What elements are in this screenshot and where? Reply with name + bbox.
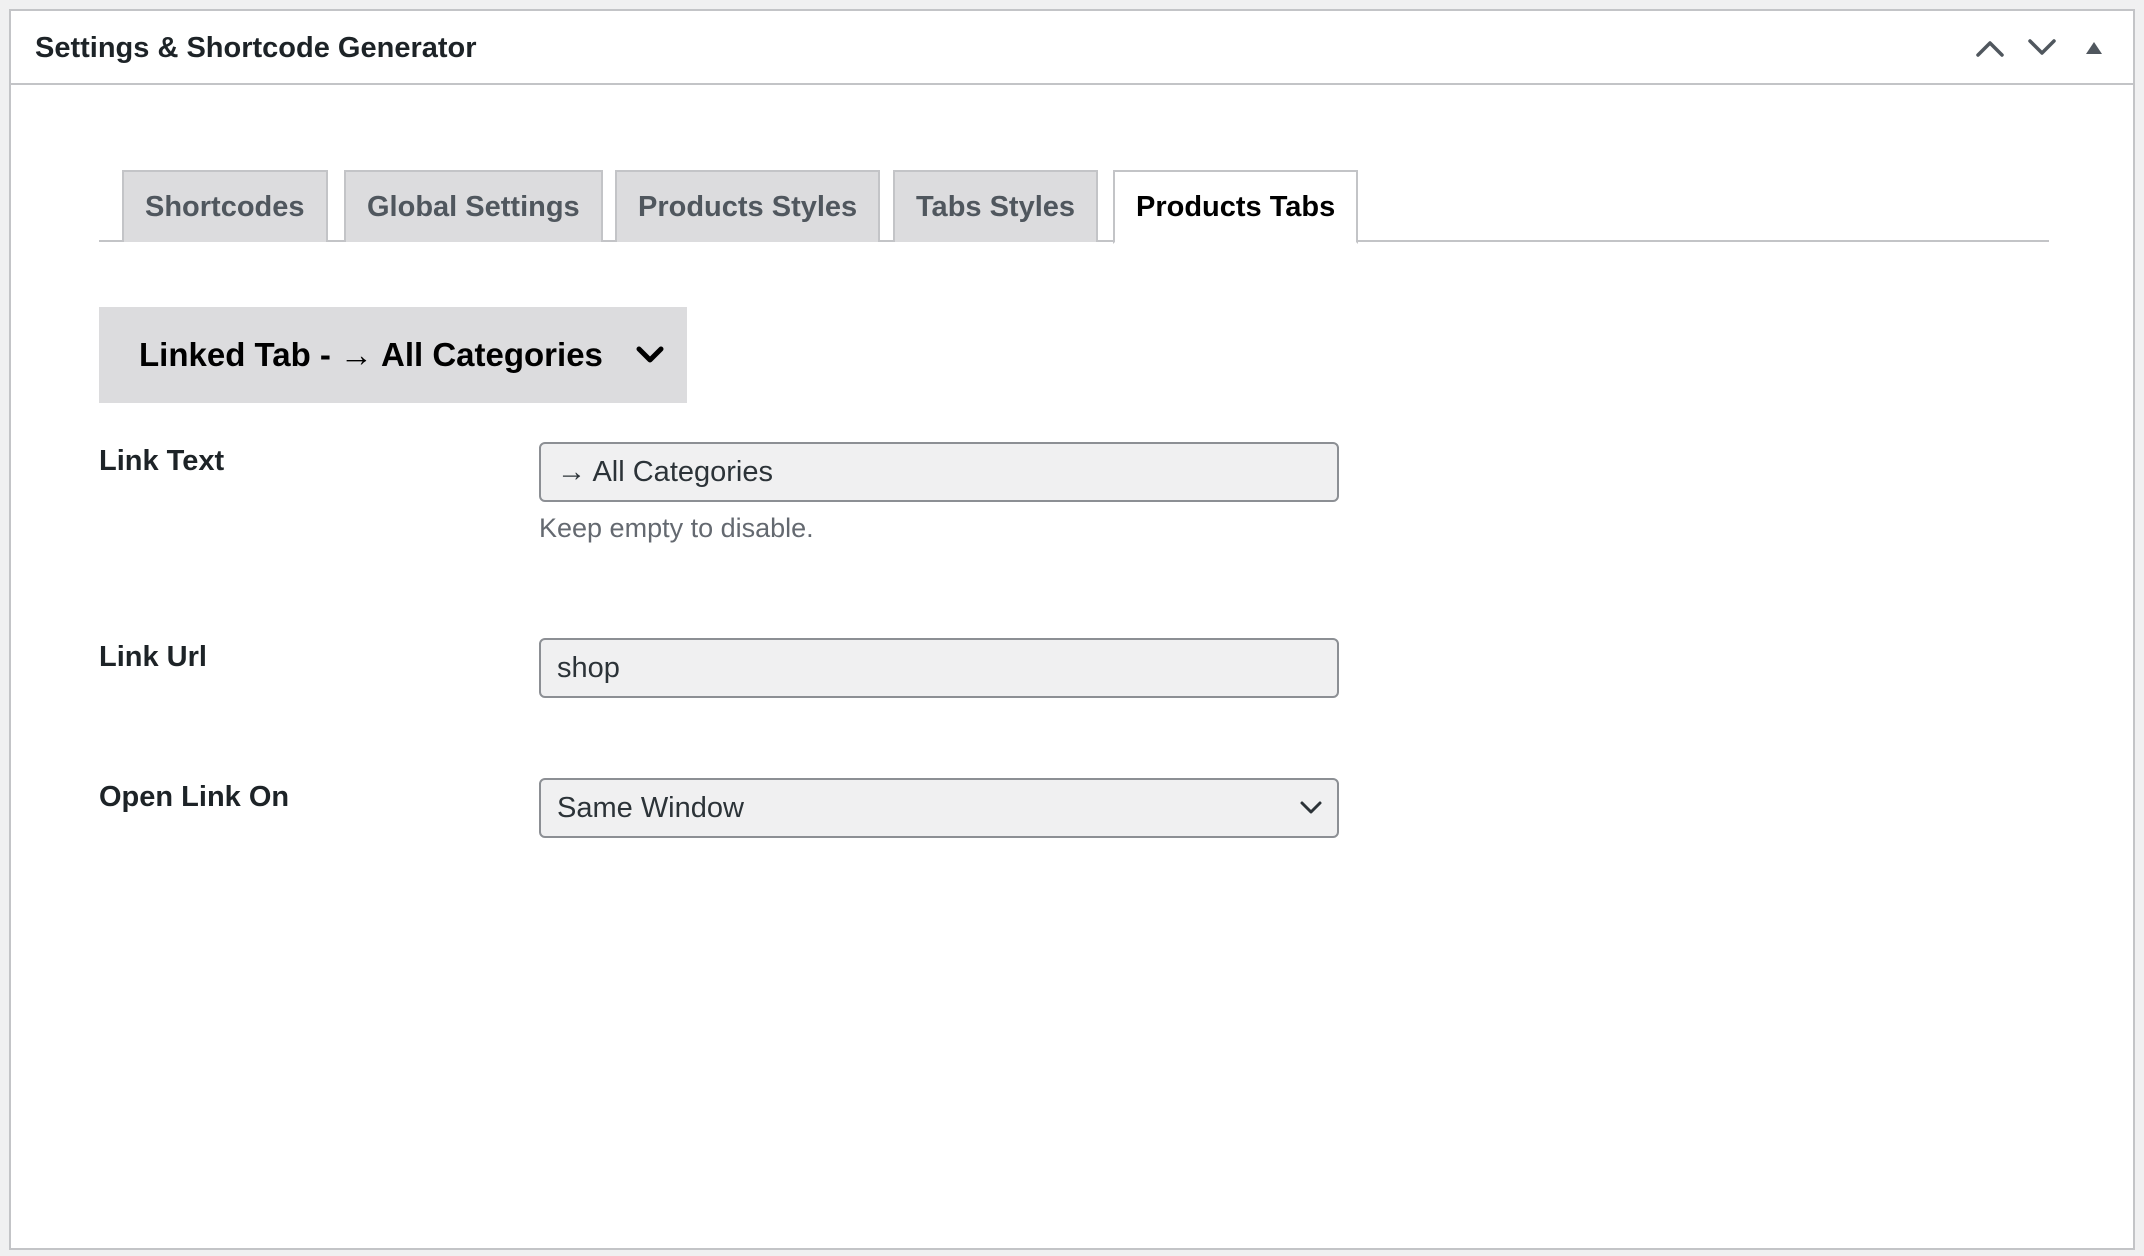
postbox-header: Settings & Shortcode Generator	[11, 11, 2133, 85]
chevron-down-icon	[1299, 780, 1323, 836]
chevron-down-icon	[2028, 39, 2056, 55]
link-text-input[interactable]	[539, 442, 1339, 502]
open-link-on-label: Open Link On	[99, 781, 290, 813]
link-text-label: Link Text	[99, 445, 225, 477]
accordion-title: Linked Tab - → All Categories	[139, 336, 603, 373]
postbox-title: Settings & Shortcode Generator	[35, 32, 477, 64]
triangle-up-icon	[2086, 42, 2102, 54]
tab-bar: Shortcodes Global Settings Products Styl…	[99, 170, 2049, 244]
link-url-label: Link Url	[99, 641, 207, 673]
tab-products-styles[interactable]: Products Styles	[615, 170, 881, 242]
linked-tab-accordion-header[interactable]: Linked Tab - → All Categories	[99, 307, 687, 403]
settings-postbox: Settings & Shortcode Generator Shortcode…	[9, 9, 2135, 1250]
tab-global-settings[interactable]: Global Settings	[344, 170, 603, 242]
tab-products-tabs[interactable]: Products Tabs	[1113, 170, 1359, 244]
move-down-button[interactable]	[2019, 25, 2065, 71]
chevron-up-icon	[1976, 41, 2004, 57]
tab-tabs-styles[interactable]: Tabs Styles	[893, 170, 1099, 242]
open-link-on-select[interactable]: Same Window	[539, 778, 1339, 838]
tab-shortcodes[interactable]: Shortcodes	[122, 170, 328, 242]
postbox-inside: Shortcodes Global Settings Products Styl…	[11, 85, 2133, 1248]
open-link-on-value: Same Window	[557, 792, 744, 824]
chevron-down-icon	[635, 345, 665, 365]
link-text-help: Keep empty to disable.	[539, 513, 814, 543]
link-url-input[interactable]	[539, 638, 1339, 698]
move-up-button[interactable]	[1967, 25, 2013, 71]
toggle-panel-button[interactable]	[2071, 25, 2117, 71]
postbox-handle-actions	[1967, 11, 2117, 85]
